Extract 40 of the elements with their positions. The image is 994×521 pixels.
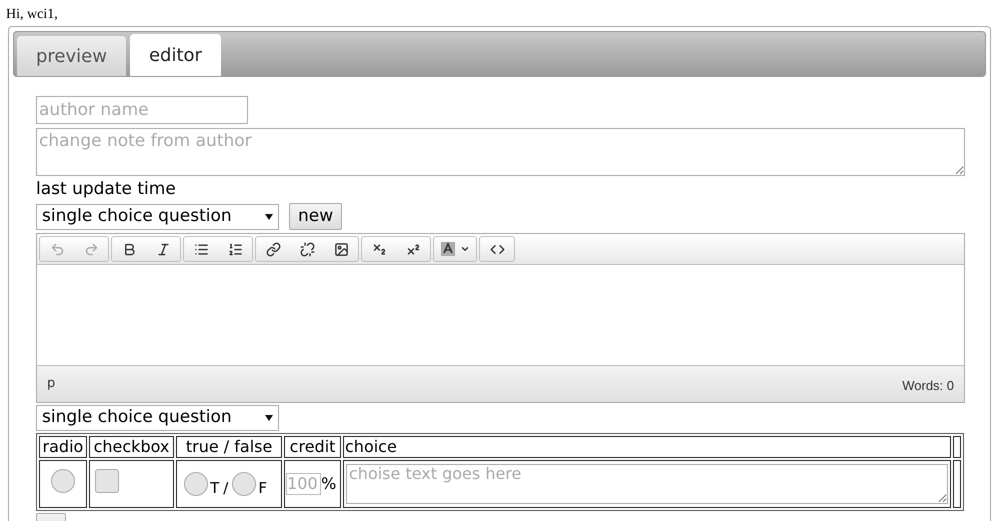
numbered-list-icon: [228, 242, 242, 256]
column-header: true / false: [176, 436, 282, 458]
link-icon: [266, 242, 280, 256]
false-label: F: [258, 481, 267, 496]
element-path: p: [47, 375, 56, 394]
redo-icon: [84, 242, 98, 256]
radio-button[interactable]: [232, 472, 256, 496]
unlink-icon: [300, 242, 314, 256]
column-header: radio: [39, 436, 87, 458]
percent-sign: %: [321, 473, 336, 495]
column-header: checkbox: [88, 436, 174, 458]
greeting: Hi, wci1,: [5, 6, 59, 24]
question-type-select[interactable]: single choice question: [36, 405, 279, 431]
column-header: choice: [343, 436, 951, 458]
dropdown-arrow-icon: [265, 214, 273, 220]
column-header: credit: [284, 436, 341, 458]
italic-icon: [156, 242, 170, 256]
true-label: T: [210, 481, 220, 496]
checkbox[interactable]: [94, 468, 119, 492]
radio-button[interactable]: [184, 472, 208, 496]
superscript-icon: [406, 242, 420, 256]
author-name-field[interactable]: author name: [36, 96, 248, 124]
tab[interactable]: editor: [130, 34, 221, 76]
choice-text-field[interactable]: choise text goes here: [346, 464, 948, 504]
subscript-icon: [372, 242, 386, 256]
bullet-list-icon: [194, 242, 208, 256]
update-time-label: last update time: [36, 178, 177, 200]
question-type-select[interactable]: single choice question: [36, 204, 279, 230]
dropdown-arrow-icon: [265, 415, 273, 421]
change-note-field[interactable]: change note from author: [36, 128, 965, 176]
credit-field[interactable]: 100: [286, 473, 322, 495]
new-button[interactable]: new: [289, 203, 342, 230]
word-count: Words: 0: [902, 377, 954, 396]
tab[interactable]: preview: [17, 36, 126, 76]
caret-icon: [460, 244, 470, 254]
radio-button[interactable]: [50, 468, 75, 492]
undo-icon: [50, 242, 64, 256]
image-icon: [334, 242, 348, 256]
text-color-icon: [440, 241, 456, 257]
separator: /: [223, 481, 228, 496]
